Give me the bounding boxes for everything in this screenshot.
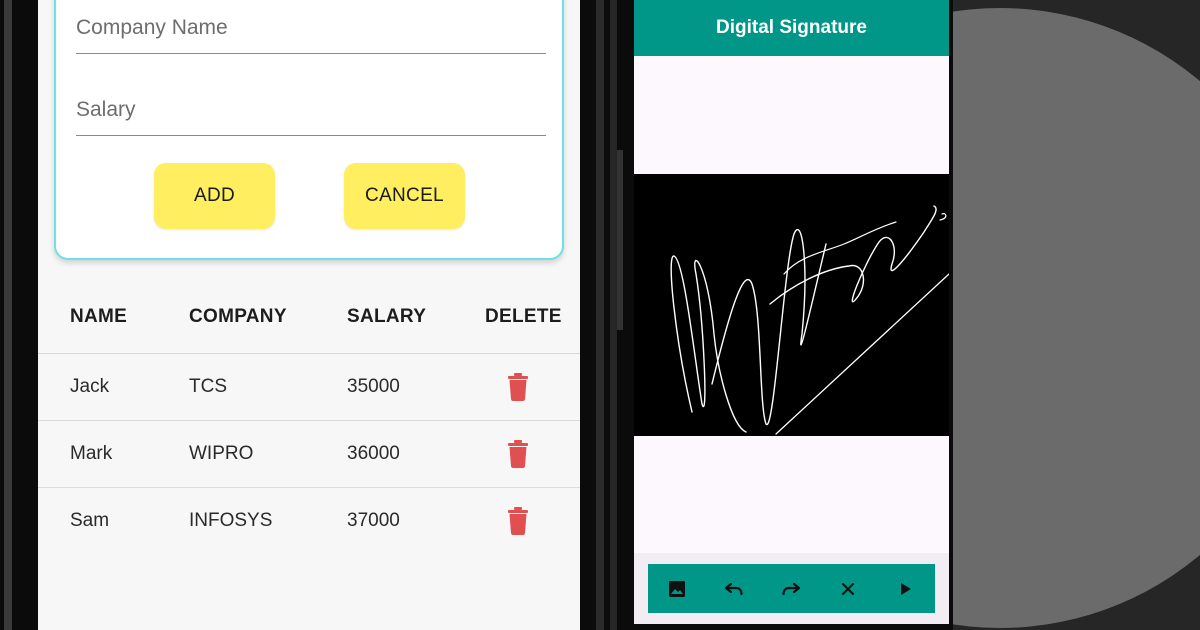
trash-icon[interactable] [506, 507, 530, 535]
employee-table: NAME COMPANY SALARY DELETE Jack TCS 3500… [38, 280, 580, 555]
app-bar: Digital Signature [634, 0, 949, 56]
trash-icon[interactable] [506, 440, 530, 468]
company-name-field[interactable]: Company Name [76, 10, 546, 54]
signature-toolbar [648, 564, 935, 613]
company-name-placeholder: Company Name [76, 16, 228, 39]
signature-app-screen: Digital Signature [634, 0, 949, 630]
undo-icon[interactable] [720, 575, 748, 603]
salary-field[interactable]: Salary [76, 92, 546, 136]
image-icon[interactable] [663, 575, 691, 603]
signature-canvas[interactable] [634, 174, 949, 436]
redo-icon[interactable] [777, 575, 805, 603]
header-name: NAME [70, 306, 128, 327]
cell-company: TCS [189, 376, 227, 397]
header-company: COMPANY [189, 306, 287, 327]
table-row: Sam INFOSYS 37000 [38, 488, 580, 555]
toolbar-container [634, 553, 949, 625]
table-row: Mark WIPRO 36000 [38, 421, 580, 488]
header-delete: DELETE [485, 306, 562, 327]
table-row: Jack TCS 35000 [38, 354, 580, 421]
cell-company: INFOSYS [189, 510, 273, 531]
cell-name: Jack [70, 376, 110, 397]
cell-name: Sam [70, 510, 110, 531]
cell-name: Mark [70, 443, 113, 464]
screen-bottom-edge [634, 624, 949, 630]
add-button[interactable]: ADD [154, 163, 275, 229]
employee-form-card: Company Name Salary ADD CANCEL [54, 0, 564, 260]
composite-screenshot: Company Name Salary ADD CANCEL NAME COMP… [0, 0, 1200, 630]
trash-icon[interactable] [506, 373, 530, 401]
salary-placeholder: Salary [76, 98, 136, 121]
employee-app-screen: Company Name Salary ADD CANCEL NAME COMP… [38, 0, 580, 630]
cell-salary: 37000 [347, 510, 400, 531]
app-title: Digital Signature [716, 17, 867, 38]
right-phone-side-button [617, 150, 623, 330]
cell-company: WIPRO [189, 443, 254, 464]
table-header: NAME COMPANY SALARY DELETE [38, 280, 580, 354]
signature-drawing [670, 205, 949, 435]
header-salary: SALARY [347, 306, 427, 327]
cancel-button[interactable]: CANCEL [344, 163, 465, 229]
cell-salary: 36000 [347, 443, 400, 464]
play-icon[interactable] [892, 575, 920, 603]
close-icon[interactable] [834, 575, 862, 603]
left-phone-side-edge [596, 0, 604, 630]
left-phone-bezel-edge [4, 0, 12, 630]
cell-salary: 35000 [347, 376, 400, 397]
